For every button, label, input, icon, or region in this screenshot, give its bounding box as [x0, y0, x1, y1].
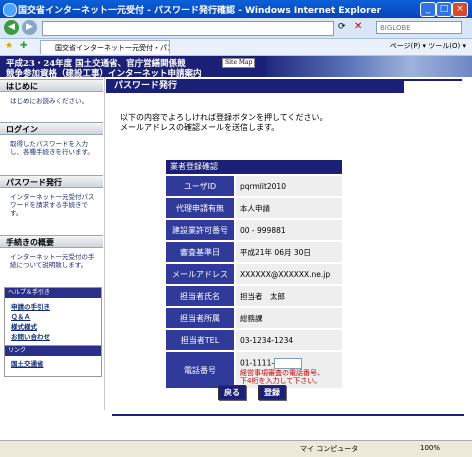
help-link-manual[interactable]: 申請の手引き [11, 301, 50, 311]
tab-bar: ★ ✚ 国交省インターネット一元受付・パスワード発行確認 ページ(P) ▾ ツー… [0, 39, 472, 56]
sidebar-head-password[interactable]: パスワード発行 [0, 175, 103, 188]
row-value: 00 - 999881 [236, 220, 342, 240]
confirm-table: 業者登録確認 ユーザID pqrmlit2010 代理申請有無 本人申請 建設業許可… [166, 160, 342, 390]
maximize-icon[interactable]: □ [436, 2, 452, 17]
table-row: 担当者氏名 担当者 太郎 [166, 286, 342, 308]
row-value: 総務課 [236, 308, 342, 328]
page-title-rule [404, 79, 462, 93]
close-icon[interactable]: × [452, 2, 468, 17]
sidebar-head-intro[interactable]: はじめに [0, 79, 103, 92]
back-arrow-icon[interactable]: ◀ [4, 20, 19, 35]
help-link-faq[interactable]: Ｑ＆Ａ [11, 311, 31, 321]
status-bar: マイ コンピュータ 100% [0, 440, 472, 457]
row-label: 担当者氏名 [166, 286, 234, 306]
row-value: 本人申請 [236, 198, 342, 218]
table-row-phone: 電話番号 01-1111- 経営事項審査の電話番号、 下4桁を入力して下さい。 [166, 352, 342, 390]
phone-note-line1: 経営事項審査の電話番号、 [240, 369, 324, 377]
stop-icon[interactable]: ✕ [354, 21, 362, 32]
row-value: 担当者 太郎 [236, 286, 342, 306]
ie-logo-icon [3, 3, 17, 17]
window-titlebar: 国交省インターネット一元受付 - パスワード発行確認 - Windows Int… [0, 0, 472, 18]
sidebar-text-overview[interactable]: インターネット一元受付の手続について説明致します。 [10, 253, 98, 269]
link-mlit[interactable]: 国土交通省 [11, 358, 44, 368]
sitemap-link[interactable]: Site Map [222, 58, 256, 68]
address-bar: ◀ ▶ ⟳ ✕ BIGLOBE [0, 18, 472, 39]
favorites-star-icon[interactable]: ★ [5, 41, 13, 51]
minimize-icon[interactable]: _ [420, 2, 436, 17]
intro-text-line2: メールアドレスの確認メールを送信します。 [120, 123, 280, 132]
help-link-contact[interactable]: お問い合わせ [11, 331, 50, 341]
sidebar-text-login[interactable]: 取得したパスワードを入力し、各種手続きを行います。 [10, 140, 98, 156]
status-zone: マイ コンピュータ [300, 445, 359, 453]
phone-value: 01-1111- 経営事項審査の電話番号、 下4桁を入力して下さい。 [236, 352, 342, 388]
row-label: 担当者TEL [166, 330, 234, 350]
banner-image [266, 56, 472, 77]
toolbar-menu[interactable]: ページ(P) ▾ ツール(O) ▾ [390, 41, 466, 51]
row-value: XXXXXX@XXXXXX.ne.jp [236, 264, 342, 284]
row-label: メールアドレス [166, 264, 234, 284]
row-value: pqrmlit2010 [236, 176, 342, 196]
table-row: 担当者所属 総務課 [166, 308, 342, 330]
row-label: 代理申請有無 [166, 198, 234, 218]
page-title: パスワード発行 [106, 79, 404, 93]
window-title: 国交省インターネット一元受付 - パスワード発行確認 - Windows Int… [18, 6, 382, 16]
link-box: リンク 国土交通省 [4, 345, 102, 377]
row-label: ユーザID [166, 176, 234, 196]
row-value: 03-1234-1234 [236, 330, 342, 350]
refresh-icon[interactable]: ⟳ [338, 22, 346, 32]
sidebar-head-overview[interactable]: 手続きの概要 [0, 235, 103, 248]
row-value: 平成21年 06月 30日 [236, 242, 342, 262]
url-input[interactable] [42, 21, 334, 36]
zoom-level[interactable]: 100% [420, 444, 440, 452]
phone-note-line2: 下4桁を入力して下さい。 [240, 377, 322, 385]
phone-prefix: 01-1111- [240, 358, 275, 368]
search-input[interactable]: BIGLOBE [376, 21, 462, 34]
phone-label: 電話番号 [166, 352, 234, 388]
table-row: メールアドレス XXXXXX@XXXXXX.ne.jp [166, 264, 342, 286]
row-label: 審査基準日 [166, 242, 234, 262]
table-row: 担当者TEL 03-1234-1234 [166, 330, 342, 352]
sidebar-text-password[interactable]: インターネット一元受付パスワードを請求する手続きです。 [10, 193, 98, 217]
phone-last4-input[interactable] [274, 358, 303, 369]
add-favorite-icon[interactable]: ✚ [20, 41, 28, 51]
site-banner: 平成23・24年度 国土交通省、官庁営繕関係競 競争参加資格（建設工事）インター… [0, 56, 472, 79]
footer-rule [112, 414, 464, 416]
confirm-table-caption: 業者登録確認 [166, 160, 342, 174]
help-link-forms[interactable]: 様式様式 [11, 321, 37, 331]
row-label: 建設業許可番号 [166, 220, 234, 240]
table-row: 代理申請有無 本人申請 [166, 198, 342, 220]
register-button[interactable]: 登録 [258, 385, 286, 400]
table-row: 建設業許可番号 00 - 999881 [166, 220, 342, 242]
back-button[interactable]: 戻る [218, 385, 246, 400]
tab-current[interactable]: 国交省インターネット一元受付・パスワード発行確認 [40, 40, 170, 54]
link-box-title: リンク [5, 346, 101, 356]
table-row: ユーザID pqrmlit2010 [166, 176, 342, 198]
sidebar-head-login[interactable]: ログイン [0, 122, 103, 135]
forward-arrow-icon[interactable]: ▶ [22, 20, 37, 35]
sidebar: はじめに はじめにお読みください。 ログイン 取得したパスワードを入力し、各種手… [0, 77, 105, 410]
row-label: 担当者所属 [166, 308, 234, 328]
help-box-title: ヘルプ＆手引き [5, 288, 101, 298]
table-row: 審査基準日 平成21年 06月 30日 [166, 242, 342, 264]
sidebar-text-intro[interactable]: はじめにお読みください。 [10, 97, 98, 105]
